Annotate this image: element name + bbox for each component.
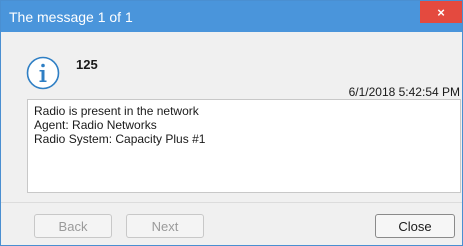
back-button[interactable]: Back: [34, 214, 112, 238]
message-timestamp: 6/1/2018 5:42:54 PM: [348, 85, 460, 99]
message-line: Radio is present in the network: [34, 104, 199, 118]
message-body: Radio is present in the network Agent: R…: [27, 99, 461, 193]
button-divider: [1, 202, 462, 203]
close-button[interactable]: Close: [375, 214, 455, 238]
close-icon: ×: [437, 4, 445, 20]
close-window-button[interactable]: ×: [420, 1, 462, 23]
message-line: Agent: Radio Networks: [34, 118, 157, 132]
message-line: Radio System: Capacity Plus #1: [34, 132, 206, 146]
title-bar[interactable]: The message 1 of 1 ×: [1, 1, 462, 32]
window-title: The message 1 of 1: [9, 9, 133, 25]
info-icon: [26, 56, 60, 90]
message-id: 125: [76, 57, 98, 72]
message-dialog: The message 1 of 1 × 125 6/1/2018 5:42:5…: [0, 0, 463, 246]
next-button[interactable]: Next: [126, 214, 204, 238]
